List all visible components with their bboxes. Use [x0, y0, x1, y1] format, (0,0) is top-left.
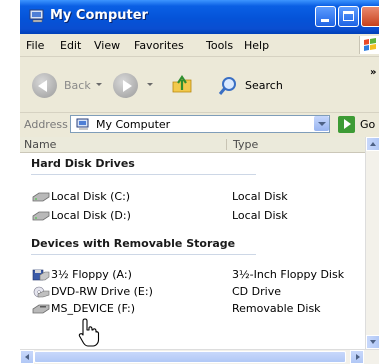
group-divider — [31, 254, 256, 255]
column-divider[interactable] — [226, 139, 227, 150]
group-removable-storage: Devices with Removable Storage — [31, 237, 236, 250]
close-button[interactable] — [361, 6, 379, 27]
column-type[interactable]: Type — [233, 138, 258, 151]
address-input[interactable]: My Computer — [70, 115, 330, 133]
toolbar-overflow-chevron[interactable]: » — [370, 67, 376, 78]
back-button-label[interactable]: Back — [64, 79, 91, 92]
address-label: Address — [24, 118, 68, 131]
item-name: DVD-RW Drive (E:) — [51, 285, 153, 298]
scroll-right-button[interactable] — [350, 350, 364, 364]
item-name: 3½ Floppy (A:) — [51, 268, 132, 281]
column-name[interactable]: Name — [24, 138, 56, 151]
horizontal-scrollbar[interactable] — [20, 349, 379, 364]
search-button[interactable]: Search — [215, 73, 290, 99]
search-label: Search — [245, 79, 283, 92]
menu-bar: File Edit View Favorites Tools Help — [20, 34, 379, 57]
item-type: Removable Disk — [232, 302, 321, 315]
windows-flag-icon — [359, 36, 379, 54]
group-hard-disk-drives: Hard Disk Drives — [31, 157, 135, 170]
address-dropdown-icon[interactable] — [314, 116, 329, 131]
item-name: Local Disk (C:) — [51, 190, 131, 203]
scroll-down-button[interactable] — [366, 335, 379, 349]
menu-edit[interactable]: Edit — [60, 39, 81, 52]
menu-view[interactable]: View — [94, 39, 120, 52]
dvd-drive-icon — [33, 286, 50, 298]
removable-disk-icon — [32, 304, 50, 314]
go-arrow-icon[interactable] — [338, 116, 355, 133]
column-header: Name Type — [20, 137, 365, 153]
vertical-scrollbar[interactable] — [365, 137, 379, 349]
list-item[interactable]: DVD-RW Drive (E:) CD Drive — [32, 284, 362, 300]
window-title: My Computer — [50, 8, 148, 23]
hand-cursor-icon — [78, 318, 100, 347]
menu-tools[interactable]: Tools — [206, 39, 233, 52]
item-type: Local Disk — [232, 190, 288, 203]
item-type: 3½-Inch Floppy Disk — [232, 268, 345, 281]
item-type: Local Disk — [232, 209, 288, 222]
list-item[interactable]: Local Disk (C:) Local Disk — [32, 189, 362, 205]
menu-file[interactable]: File — [26, 39, 44, 52]
title-bar[interactable]: My Computer — [20, 0, 379, 34]
search-magnifier-icon — [218, 77, 236, 95]
scroll-left-button[interactable] — [20, 350, 34, 364]
item-name: Local Disk (D:) — [51, 209, 131, 222]
my-computer-icon — [76, 118, 89, 130]
forward-arrow-icon[interactable] — [113, 73, 138, 98]
item-type: CD Drive — [232, 285, 281, 298]
forward-dropdown-icon[interactable] — [147, 83, 153, 86]
horizontal-scroll-thumb[interactable] — [34, 351, 346, 363]
group-divider — [31, 174, 256, 175]
back-dropdown-icon[interactable] — [96, 83, 102, 86]
list-item[interactable]: MS_DEVICE (F:) Removable Disk — [32, 301, 362, 317]
maximize-button[interactable] — [338, 6, 359, 27]
hard-disk-icon — [32, 192, 50, 202]
list-item[interactable]: 3½ Floppy (A:) 3½-Inch Floppy Disk — [32, 267, 362, 283]
address-value: My Computer — [96, 118, 171, 131]
file-list: Name Type Hard Disk Drives Local Disk (C… — [20, 137, 365, 349]
back-arrow-icon[interactable] — [32, 73, 57, 98]
item-name: MS_DEVICE (F:) — [51, 302, 136, 315]
floppy-drive-icon — [32, 269, 50, 281]
explorer-window: My Computer File Edit View Favorites Too… — [20, 0, 379, 364]
hard-disk-icon — [32, 211, 50, 221]
list-item[interactable]: Local Disk (D:) Local Disk — [32, 208, 362, 224]
my-computer-icon — [29, 9, 44, 23]
minimize-button[interactable] — [315, 6, 336, 27]
folder-up-icon[interactable] — [171, 74, 193, 94]
scroll-up-button[interactable] — [366, 137, 379, 151]
address-bar: Address My Computer Go — [20, 113, 379, 136]
go-button[interactable]: Go — [360, 118, 375, 131]
menu-favorites[interactable]: Favorites — [134, 39, 184, 52]
menu-help[interactable]: Help — [244, 39, 269, 52]
toolbar: Back Search » — [20, 57, 379, 113]
